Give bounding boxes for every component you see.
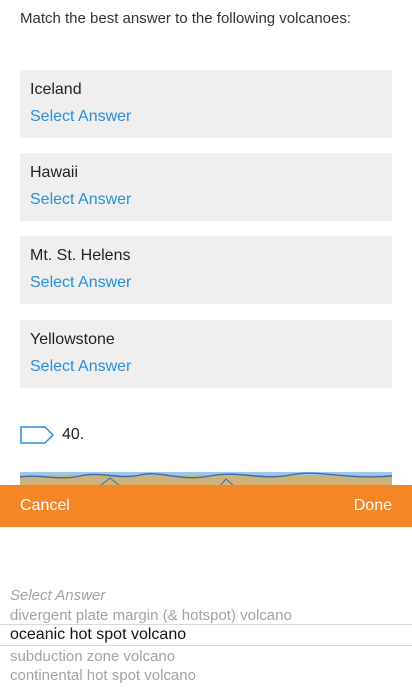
picker-option[interactable]: subduction zone volcano	[10, 648, 175, 665]
picker-selection-line	[0, 624, 412, 625]
select-answer-link[interactable]: Select Answer	[30, 358, 131, 376]
question-flag-icon[interactable]	[20, 426, 54, 444]
answer-picker[interactable]: Select Answer divergent plate margin (& …	[0, 527, 412, 700]
select-answer-link[interactable]: Select Answer	[30, 108, 131, 126]
picker-option-selected[interactable]: oceanic hot spot volcano	[10, 626, 186, 644]
question-prompt: Match the best answer to the following v…	[20, 10, 352, 27]
select-answer-link[interactable]: Select Answer	[30, 274, 131, 292]
match-item-label: Iceland	[30, 81, 82, 98]
select-answer-link[interactable]: Select Answer	[30, 191, 131, 209]
match-item-mt-st-helens: Mt. St. Helens Select Answer	[20, 236, 392, 304]
done-button[interactable]: Done	[354, 497, 392, 515]
match-item-iceland: Iceland Select Answer	[20, 70, 392, 138]
match-item-label: Hawaii	[30, 164, 79, 181]
map-image-fragment	[20, 472, 392, 486]
match-item-label: Yellowstone	[30, 331, 115, 348]
picker-option[interactable]: continental hot spot volcano	[10, 667, 196, 684]
question-number: 40.	[62, 426, 85, 443]
picker-option[interactable]: divergent plate margin (& hotspot) volca…	[10, 607, 292, 624]
match-item-hawaii: Hawaii Select Answer	[20, 153, 392, 221]
picker-option[interactable]: Select Answer	[10, 587, 105, 604]
match-item-yellowstone: Yellowstone Select Answer	[20, 320, 392, 388]
picker-selection-line	[0, 645, 412, 646]
match-item-label: Mt. St. Helens	[30, 247, 131, 264]
cancel-button[interactable]: Cancel	[20, 497, 70, 515]
picker-toolbar: Cancel Done	[0, 485, 412, 527]
